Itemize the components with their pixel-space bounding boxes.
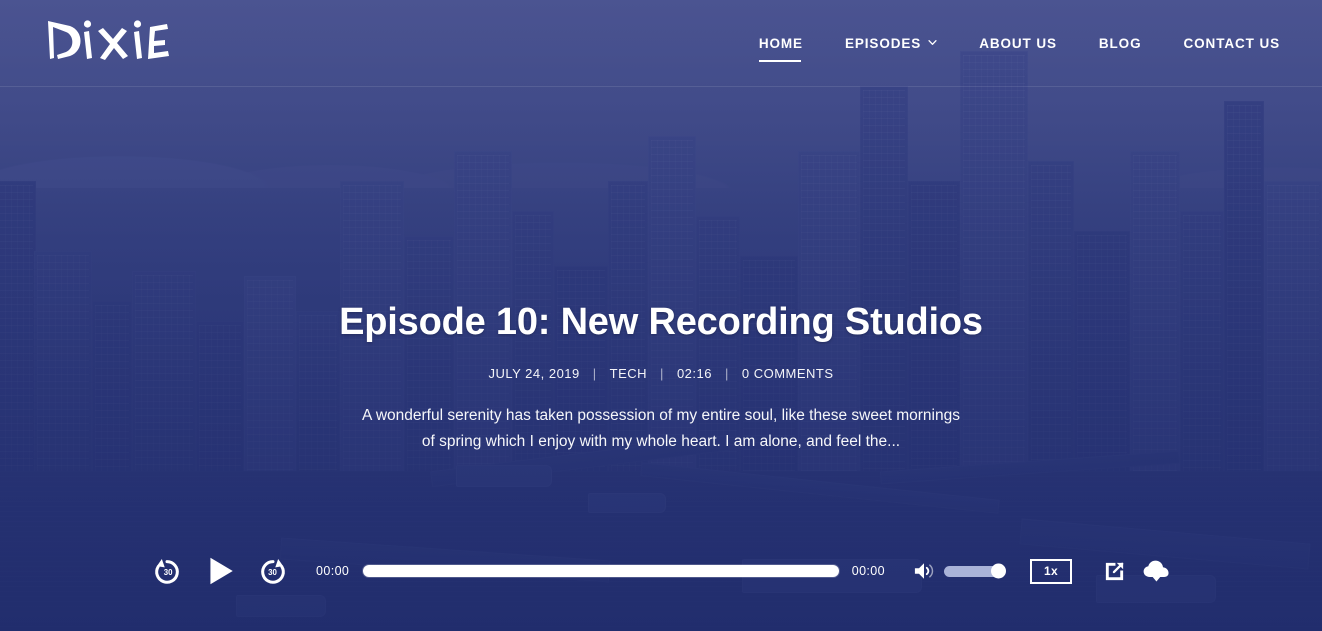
meta-separator: | <box>592 365 597 381</box>
meta-comments[interactable]: 0 COMMENTS <box>742 366 834 381</box>
volume-control <box>913 561 1006 581</box>
hero-section: HOME EPISODES ABOUT US BLOG CONTACT US E… <box>0 0 1322 631</box>
forward-30-button[interactable]: 30 <box>258 556 288 586</box>
play-icon <box>210 557 233 585</box>
episode-meta: JULY 24, 2019 | TECH | 02:16 | 0 COMMENT… <box>40 366 1282 381</box>
rewind-30-icon: 30 <box>155 559 179 584</box>
meta-date: JULY 24, 2019 <box>488 365 580 381</box>
nav-label-contact-us: CONTACT US <box>1183 35 1280 51</box>
forward-30-icon: 30 <box>261 559 285 584</box>
rewind-30-button[interactable]: 30 <box>152 556 182 586</box>
header-divider <box>0 86 1322 87</box>
playback-speed-button[interactable]: 1x <box>1030 558 1072 584</box>
chevron-down-icon <box>928 39 937 45</box>
play-button[interactable] <box>202 553 238 589</box>
duration-time: 00:00 <box>851 564 885 578</box>
cloud-download-icon <box>1143 560 1169 582</box>
progress-bar[interactable] <box>363 565 839 577</box>
nav-item-contact-us[interactable]: CONTACT US <box>1184 26 1281 61</box>
nav-active-underline <box>758 59 801 62</box>
hero-content: Episode 10: New Recording Studios JULY 2… <box>0 300 1322 455</box>
meta-separator: | <box>724 365 729 381</box>
nav-label-blog: BLOG <box>1098 35 1142 51</box>
meta-duration: 02:16 <box>676 365 712 381</box>
volume-icon[interactable] <box>913 561 935 581</box>
download-button[interactable] <box>1142 559 1172 583</box>
nav-item-about-us[interactable]: ABOUT US <box>979 26 1057 61</box>
nav-item-episodes[interactable]: EPISODES <box>845 26 937 61</box>
nav-label-about-us: ABOUT US <box>979 35 1057 51</box>
current-time: 00:00 <box>316 564 350 578</box>
meta-category[interactable]: TECH <box>610 366 647 381</box>
episode-excerpt: A wonderful serenity has taken possessio… <box>362 406 960 450</box>
share-icon <box>1105 562 1124 580</box>
dixie-logo-icon <box>48 20 169 60</box>
share-button[interactable] <box>1103 560 1126 583</box>
nav-label-home: HOME <box>758 35 803 51</box>
episode-title: Episode 10: New Recording Studios <box>339 301 983 343</box>
svg-text:30: 30 <box>164 568 173 577</box>
svg-text:30: 30 <box>268 568 277 577</box>
nav-item-home[interactable]: HOME <box>758 26 803 62</box>
audio-player: 30 30 00:00 00:00 1x <box>0 553 1322 589</box>
volume-slider[interactable] <box>944 563 1006 579</box>
meta-separator: | <box>660 365 664 381</box>
site-logo[interactable] <box>44 15 172 65</box>
nav-item-blog[interactable]: BLOG <box>1099 26 1142 61</box>
main-navigation: HOME EPISODES ABOUT US BLOG CONTACT US <box>758 26 1281 62</box>
site-header: HOME EPISODES ABOUT US BLOG CONTACT US <box>0 0 1322 86</box>
nav-label-episodes: EPISODES <box>844 35 922 51</box>
volume-slider-knob[interactable] <box>991 563 1006 579</box>
